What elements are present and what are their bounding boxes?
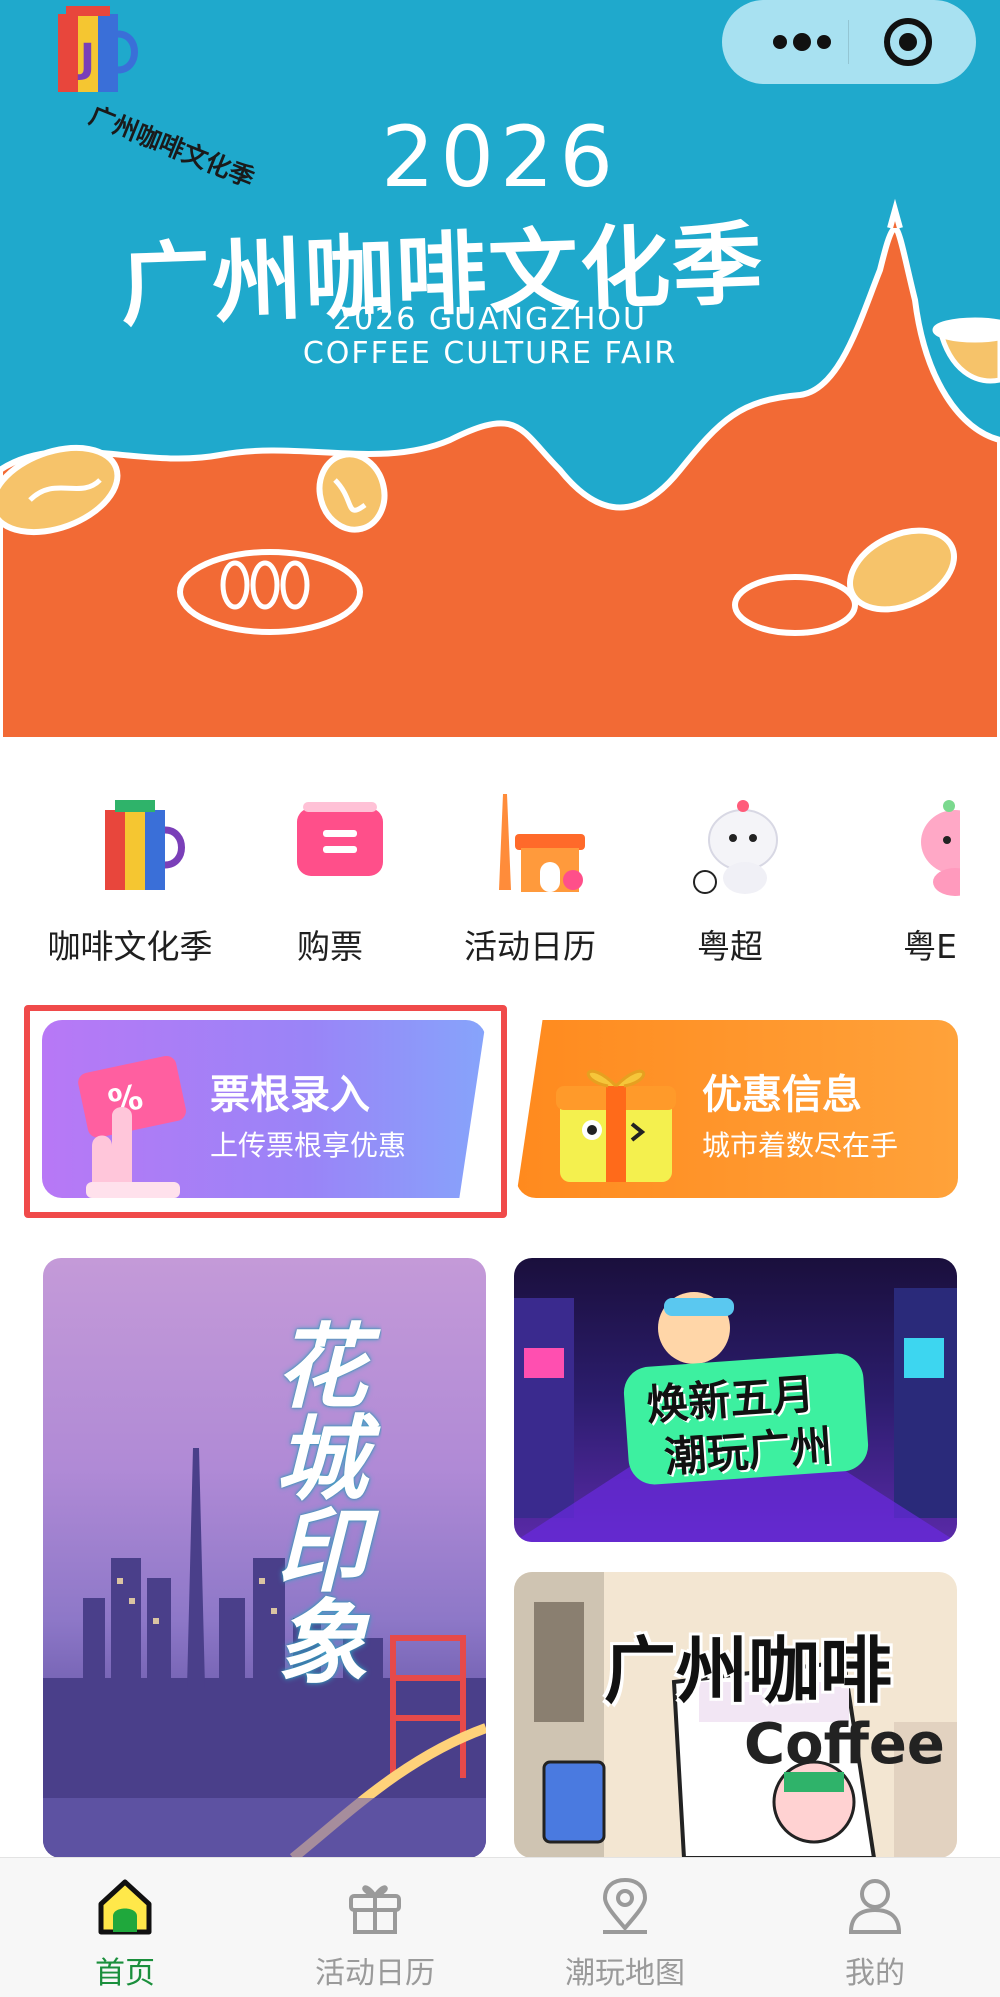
ticket-stub-entry-card[interactable]: % 票根录入 上传票根享优惠 [42,1020,486,1198]
mascot-pink-icon [921,800,960,896]
coffee-cup-icon [105,800,185,890]
ticket-card-subtitle: 上传票根享优惠 [210,1129,407,1162]
miniprogram-capsule [722,0,976,84]
chaowan-line2: 潮玩广州 [662,1421,834,1482]
ticket-hand-icon: % [78,1055,186,1198]
bottom-tab-bar: 首页 活动日历 潮玩地图 我的 [0,1857,1000,1997]
guangzhou-coffee-tile[interactable]: 广州咖啡 Coffee [514,1572,957,1858]
quick-item-yue-e[interactable]: 粤E [840,790,960,990]
hero-banner[interactable]: J 广州咖啡文化季 2026 广州咖啡文化季 2026 GUANGZHOU CO… [0,0,1000,740]
location-pin-icon [602,1877,648,1934]
home-icon [98,1879,152,1935]
tab-label: 活动日历 [315,1956,435,1991]
quick-item-label: 粤超 [697,927,763,966]
deal-card-subtitle: 城市着数尽在手 [702,1129,899,1162]
coffee-tile-title: 广州咖啡 [604,1629,893,1713]
may-trendy-play-tile[interactable]: 焕新五月 潮玩广州 [514,1258,957,1542]
discount-info-card[interactable]: 优惠信息 城市着数尽在手 [516,1020,958,1198]
capsule-divider [848,20,849,64]
huacheng-impression-tile[interactable]: 花城印象 [43,1258,486,1858]
target-close-icon[interactable] [882,16,934,68]
tab-home[interactable]: 首页 [0,1858,250,1997]
more-dots-icon[interactable] [762,20,842,64]
quick-item-event-calendar[interactable]: 活动日历 [440,790,620,990]
quick-item-coffee-season[interactable]: 咖啡文化季 [40,790,220,990]
tab-label: 潮玩地图 [565,1956,685,1991]
user-icon [848,1879,902,1934]
tab-mine[interactable]: 我的 [750,1858,1000,1997]
gift-box-icon [556,1069,676,1182]
tab-trend-map[interactable]: 潮玩地图 [500,1858,750,1997]
quick-item-label: 活动日历 [464,927,596,966]
ticket-card-title: 票根录入 [210,1072,370,1118]
ticket-icon [297,802,383,876]
quick-item-label: 咖啡文化季 [47,927,213,966]
coffee-tile-deco: Coffee [744,1712,945,1777]
deal-card-title: 优惠信息 [702,1072,862,1118]
huacheng-title-text: 花城印象 [260,1318,367,1686]
quick-entry-row: 咖啡文化季 购票 活动日历 粤超 粤E [40,790,960,990]
tab-event-calendar[interactable]: 活动日历 [250,1858,500,1997]
quick-item-label: 粤E [903,927,957,966]
huacheng-title: 花城印象 [243,1318,383,1707]
quick-item-label: 购票 [297,927,363,966]
tab-label: 我的 [845,1956,905,1991]
canton-tower-calendar-icon [499,794,585,892]
quick-item-buy-ticket[interactable]: 购票 [240,790,420,990]
gift-icon [349,1885,401,1934]
hero-subtitle-line1: 2026 GUANGZHOU [333,302,647,337]
quick-item-yuechao[interactable]: 粤超 [640,790,820,990]
svg-text:J: J [77,36,95,82]
hero-subtitle-line2: COFFEE CULTURE FAIR [302,336,678,371]
mascot-football-icon [693,800,778,894]
tab-label: 首页 [95,1956,155,1991]
